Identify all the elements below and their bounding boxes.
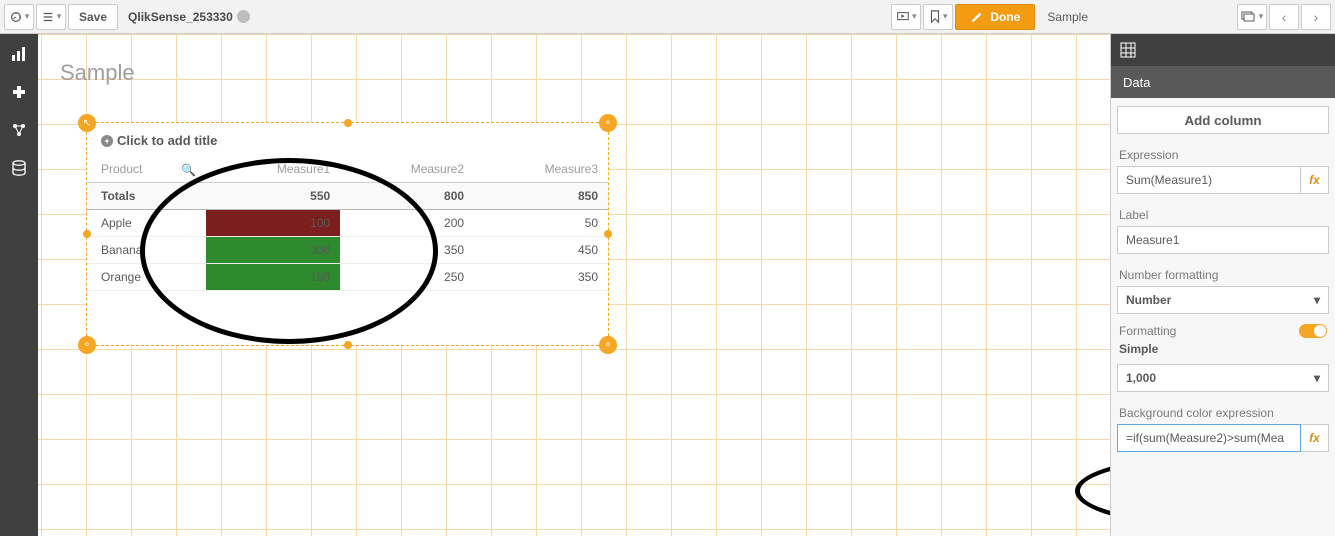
fx-button[interactable]: fx — [1301, 424, 1329, 452]
next-sheet-button[interactable]: › — [1301, 4, 1331, 30]
table-visualization[interactable]: ↖ ⚬ ⚬ ⚬ + Click to add title Product🔍 Me… — [86, 122, 609, 346]
handle-mid-right[interactable] — [604, 230, 612, 238]
data-table: Product🔍 Measure1 Measure2 Measure3 Tota… — [87, 156, 608, 291]
search-icon[interactable]: 🔍 — [181, 163, 196, 177]
sheet-title[interactable]: Sample — [60, 60, 135, 86]
number-formatting-select[interactable]: Number ▾ — [1117, 286, 1329, 314]
table-row[interactable]: Banana 300 350 450 — [87, 237, 608, 264]
col-product[interactable]: Product🔍 — [87, 156, 206, 183]
table-icon[interactable] — [1111, 34, 1145, 66]
handle-bottom-mid[interactable] — [344, 341, 352, 349]
extensions-icon[interactable] — [9, 82, 29, 102]
handle-top-mid[interactable] — [344, 119, 352, 127]
sheet-name-label: Sample — [1047, 10, 1088, 24]
explore-button[interactable]: ▾ — [4, 4, 34, 30]
pencil-icon — [970, 10, 984, 24]
list-button[interactable]: ▾ — [36, 4, 66, 30]
bookmark-button[interactable]: ▾ — [923, 4, 953, 30]
formatting-mode: Simple — [1119, 342, 1327, 356]
fx-button[interactable]: fx — [1301, 166, 1329, 194]
caret-down-icon: ▾ — [943, 11, 948, 22]
caret-down-icon: ▾ — [57, 11, 62, 22]
caret-down-icon: ▾ — [1259, 11, 1264, 22]
save-button[interactable]: Save — [68, 4, 118, 30]
handle-top-left[interactable]: ↖ — [78, 114, 96, 132]
caret-down-icon: ▾ — [25, 11, 30, 22]
bg-color-expression-label: Background color expression — [1119, 406, 1327, 420]
expression-input[interactable] — [1117, 166, 1301, 194]
col-measure1[interactable]: Measure1 — [206, 156, 340, 183]
table-row[interactable]: Orange 150 250 350 — [87, 264, 608, 291]
handle-top-right[interactable]: ⚬ — [599, 114, 617, 132]
master-items-icon[interactable] — [9, 120, 29, 140]
props-section-header[interactable]: Data — [1111, 66, 1335, 98]
props-tabs — [1111, 34, 1335, 66]
label-input[interactable] — [1117, 226, 1329, 254]
caret-down-icon: ▾ — [1314, 371, 1320, 385]
add-column-button[interactable]: Add column — [1117, 106, 1329, 134]
sheets-button[interactable]: ▾ — [1237, 4, 1267, 30]
done-button[interactable]: Done — [955, 4, 1035, 30]
handle-bottom-left[interactable]: ⚬ — [78, 336, 96, 354]
col-measure3[interactable]: Measure3 — [474, 156, 608, 183]
table-row[interactable]: Apple 100 200 50 — [87, 210, 608, 237]
caret-down-icon: ▾ — [912, 11, 917, 22]
format-pattern-select[interactable]: 1,000 ▾ — [1117, 364, 1329, 392]
present-button[interactable]: ▾ — [891, 4, 921, 30]
app-name-label: QlikSense_253330 — [128, 10, 250, 24]
charts-icon[interactable] — [9, 44, 29, 64]
plus-icon: + — [101, 135, 113, 147]
viz-title-placeholder[interactable]: + Click to add title — [87, 123, 608, 156]
fields-icon[interactable] — [9, 158, 29, 178]
info-icon — [237, 10, 250, 23]
formatting-toggle[interactable] — [1299, 324, 1327, 338]
sheet-canvas[interactable]: Sample ↖ ⚬ ⚬ ⚬ + Click to add title Prod… — [38, 34, 1110, 536]
handle-bottom-right[interactable]: ⚬ — [599, 336, 617, 354]
properties-panel: Data Add column Expression fx Label Numb… — [1110, 34, 1335, 536]
formatting-label: Formatting — [1119, 324, 1176, 338]
number-formatting-label: Number formatting — [1119, 268, 1327, 282]
col-measure2[interactable]: Measure2 — [340, 156, 474, 183]
top-toolbar: ▾ ▾ Save QlikSense_253330 ▾ ▾ Done Sampl… — [0, 0, 1335, 34]
totals-row: Totals 550 800 850 — [87, 183, 608, 210]
label-label: Label — [1119, 208, 1327, 222]
prev-sheet-button[interactable]: ‹ — [1269, 4, 1299, 30]
handle-mid-left[interactable] — [83, 230, 91, 238]
table-header-row: Product🔍 Measure1 Measure2 Measure3 — [87, 156, 608, 183]
bg-color-expression-input[interactable] — [1117, 424, 1301, 452]
left-rail — [0, 34, 38, 536]
expression-label: Expression — [1119, 148, 1327, 162]
caret-down-icon: ▾ — [1314, 293, 1320, 307]
